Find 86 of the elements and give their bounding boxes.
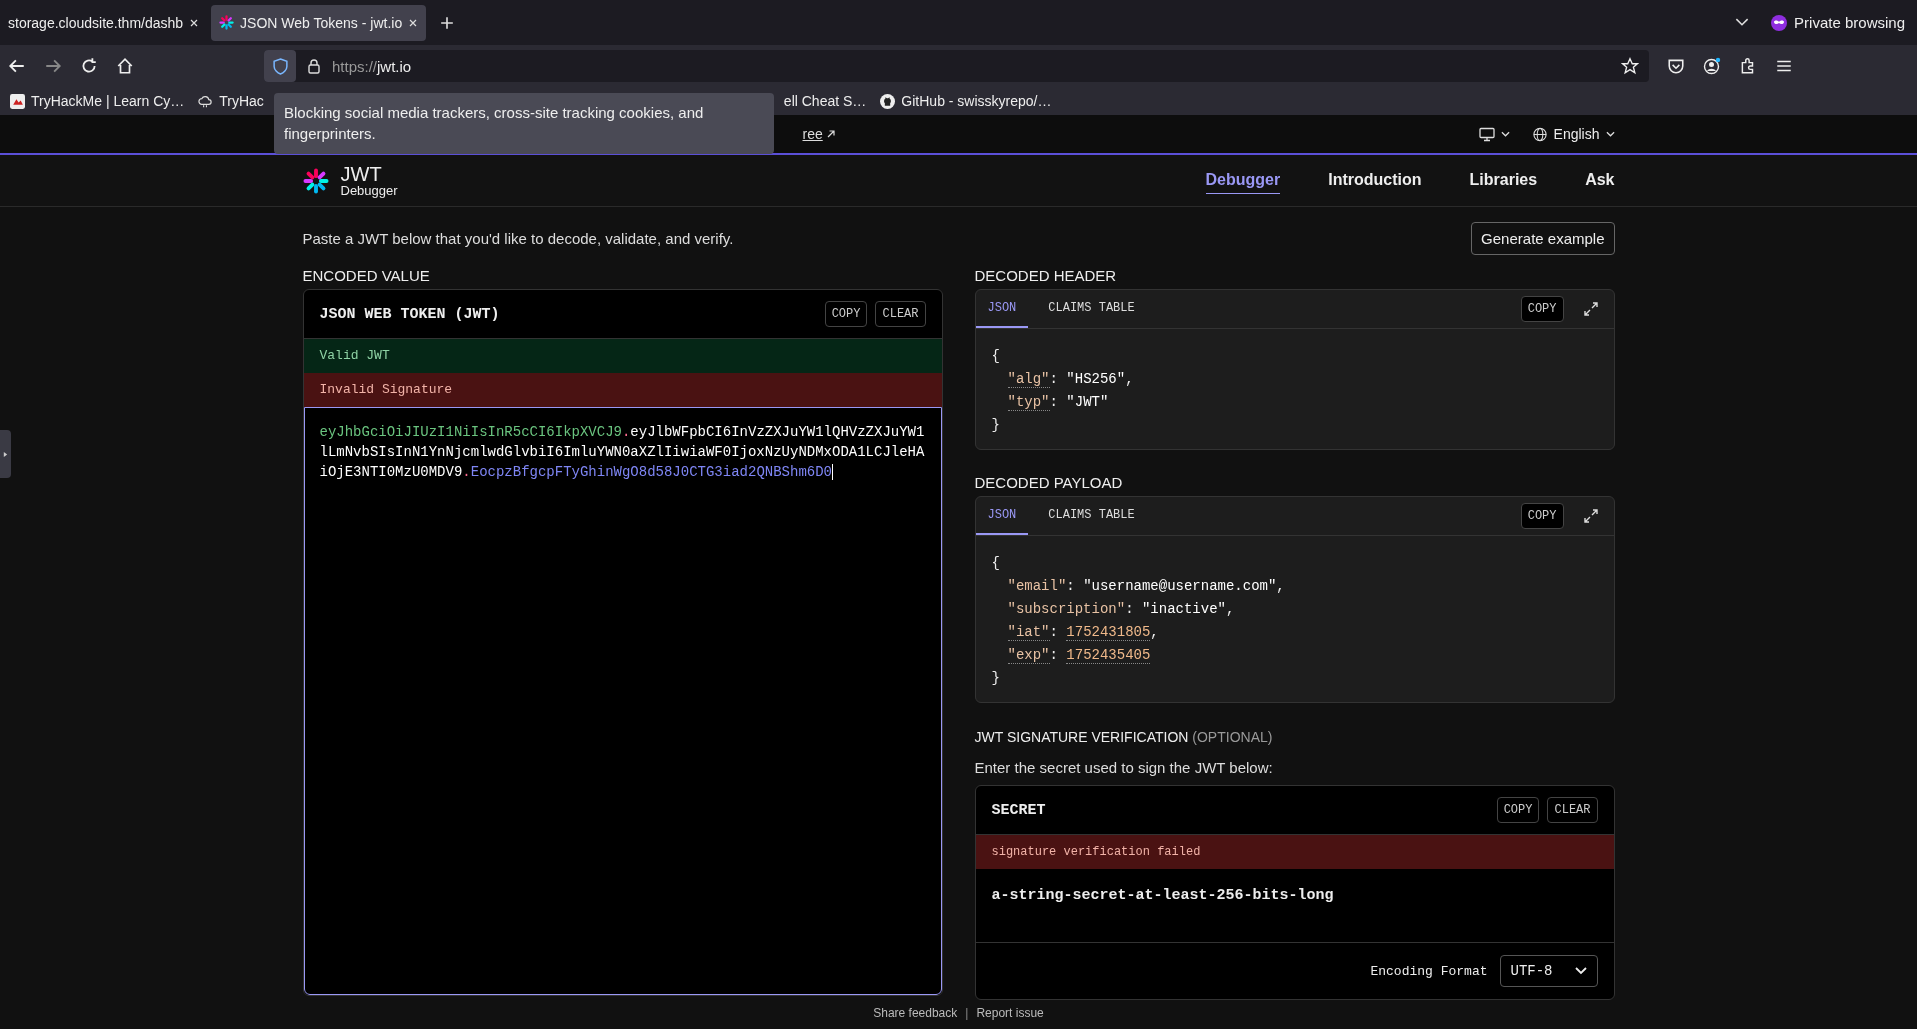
language-dropdown[interactable]: English (1531, 126, 1615, 142)
globe-icon (1531, 126, 1548, 142)
jwt-logo-icon (219, 15, 235, 30)
chevron-down-icon (1574, 967, 1587, 975)
view-tab[interactable]: JSON (975, 290, 1029, 328)
site-icon (10, 93, 25, 109)
browser-tab[interactable]: storage.cloudsite.thm/dashb (0, 4, 208, 41)
chevron-down-icon (1605, 131, 1615, 137)
view-tab[interactable]: CLAIMS TABLE (1036, 497, 1147, 535)
token-field[interactable]: eyJhbGciOiJIUzI1NiIsInR5cCI6IkpXVCJ9.eyJlbWFpbCI6InVzZXJuYW1lQHVzZXJuYW1lLmNvbSIsInN1YnNjcmlwdGlvbiI6ImluYWN0aXZlIiwiaWF0IjoxNzUyNDMxODA1LCJleHAiOjE3NTI0MzU0MDV9.EocpzBfgcpFTyGhinWgO8d58J0CTG3iad2QNBShm6D0 (303, 407, 942, 995)
encoding-select[interactable]: UTF-8 (1499, 955, 1598, 987)
github-icon (880, 93, 896, 109)
card-title: SECRET (991, 801, 1047, 819)
shield-icon[interactable] (264, 50, 296, 82)
code-line: "exp": 1752435405 (1006, 646, 1152, 666)
separator: | (965, 1006, 969, 1020)
copy-button[interactable]: COPY (1520, 503, 1564, 529)
logo-title: JWT (340, 164, 383, 184)
browser-tab[interactable]: JSON Web Tokens - jwt.io (211, 4, 427, 41)
bookmark[interactable]: TryHac (198, 93, 264, 109)
reload-icon[interactable] (80, 57, 98, 75)
report-link[interactable]: Report issue (976, 1006, 1044, 1020)
private-browsing-label: Private browsing (1794, 14, 1905, 31)
intro-text: Paste a JWT below that you'd like to decode, validate, and verify. (302, 229, 734, 247)
nav-link[interactable]: Introduction (1328, 167, 1422, 194)
clear-button[interactable]: CLEAR (875, 301, 926, 327)
code-line: { (991, 347, 1001, 366)
monitor-icon (1478, 126, 1495, 142)
cloud-icon (198, 93, 214, 109)
nav-link[interactable]: Libraries (1469, 167, 1538, 194)
status-bar: Valid JWT (303, 339, 942, 373)
handbook-link[interactable]: ree (802, 126, 823, 142)
lock-icon (306, 58, 322, 74)
code-line: "subscription": "inactive", (1006, 600, 1236, 619)
encoding-label: Encoding Format (1370, 963, 1488, 979)
chevron-down-icon (1500, 131, 1510, 137)
expand-icon[interactable] (1583, 302, 1598, 316)
expand-icon[interactable] (1583, 509, 1598, 523)
star-icon[interactable] (1621, 57, 1639, 75)
theme-dropdown[interactable] (1478, 126, 1510, 142)
bookmark[interactable]: TryHackMe | Learn Cy… (10, 93, 185, 109)
bookmark[interactable]: ell Cheat S… (783, 93, 867, 109)
clear-button[interactable]: CLEAR (1547, 797, 1598, 823)
home-icon[interactable] (116, 57, 134, 75)
copy-button[interactable]: COPY (824, 301, 868, 327)
external-link-icon (825, 129, 836, 139)
bookmark[interactable]: GitHub - swisskyrepo/… (880, 93, 1052, 109)
section-heading: ENCODED VALUE (302, 266, 431, 286)
copy-button[interactable]: COPY (1520, 296, 1564, 322)
forward-icon[interactable] (44, 57, 62, 75)
code-line: "iat": 1752431805, (1006, 623, 1160, 643)
close-icon[interactable] (189, 17, 200, 28)
nav-link[interactable]: Debugger (1205, 167, 1281, 194)
tooltip: Blocking social media trackers, cross-site tracking cookies, and fingerprinters. (274, 93, 774, 154)
view-tab[interactable]: JSON (975, 497, 1029, 535)
url-text: https://jwt.io (332, 57, 412, 75)
section-heading: DECODED PAYLOAD (974, 473, 1124, 493)
generate-example-button[interactable]: Generate example (1471, 221, 1615, 255)
sidebar-handle[interactable] (0, 430, 11, 478)
hint-text: Enter the secret used to sign the JWT below: (974, 759, 1274, 778)
view-tab[interactable]: CLAIMS TABLE (1036, 290, 1147, 328)
code-line: "email": "username@username.com", (1006, 577, 1286, 596)
account-icon[interactable] (1703, 57, 1721, 75)
pocket-icon[interactable] (1667, 57, 1685, 75)
status-bar: signature verification failed (975, 835, 1614, 869)
back-icon[interactable] (8, 57, 26, 75)
secret-field[interactable]: a-string-secret-at-least-256-bits-long (975, 869, 1614, 943)
jwt-logo-icon[interactable] (302, 167, 329, 194)
close-icon[interactable] (408, 17, 419, 28)
code-line: { (991, 554, 1001, 573)
status-bar: Invalid Signature (303, 373, 942, 407)
private-mask-icon (1771, 14, 1788, 31)
address-bar[interactable]: https://jwt.io (264, 50, 1649, 82)
copy-button[interactable]: COPY (1496, 797, 1540, 823)
code-line: } (991, 416, 1001, 435)
chevron-down-icon[interactable] (1735, 18, 1750, 27)
section-heading: JWT SIGNATURE VERIFICATION (OPTIONAL) (974, 729, 1274, 747)
nav-link[interactable]: Ask (1585, 167, 1615, 194)
feedback-link[interactable]: Share feedback (873, 1006, 958, 1020)
code-line: } (991, 669, 1001, 688)
code-line: "alg": "HS256", (1006, 370, 1135, 390)
code-line: "typ": "JWT" (1006, 393, 1110, 413)
logo-subtitle: Debugger (340, 184, 398, 197)
card-title: JSON WEB TOKEN (JWT) (319, 305, 501, 323)
new-tab-icon[interactable] (440, 15, 455, 30)
section-heading: DECODED HEADER (974, 266, 1118, 286)
